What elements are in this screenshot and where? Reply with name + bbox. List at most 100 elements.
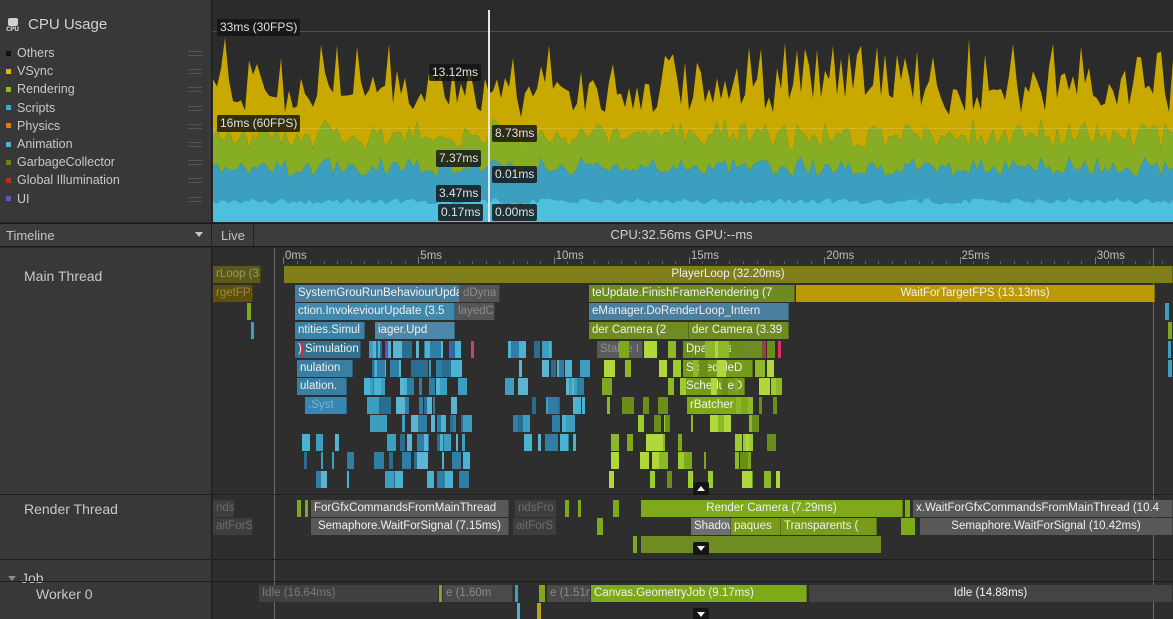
worker0-label[interactable]: Worker 0 <box>36 586 93 602</box>
timeline-sample-bar[interactable] <box>377 341 381 358</box>
timeline-sample[interactable]: nulation <box>297 360 353 377</box>
timeline-sample-bar[interactable] <box>658 359 667 377</box>
timeline-sample-bar[interactable] <box>576 378 584 395</box>
timeline-sample[interactable]: rBatcher <box>687 397 743 414</box>
timeline-sample[interactable]: der Camera (3.39 <box>689 322 789 339</box>
timeline-sample-bar[interactable] <box>517 603 520 619</box>
timeline-sample[interactable]: teUpdate.FinishFrameRendering (7 <box>589 285 795 302</box>
drag-handle-icon[interactable] <box>188 69 202 75</box>
timeline-sample-bar[interactable] <box>411 359 418 377</box>
timeline-sample[interactable]: Semaphore.WaitForSignal (7.15ms) <box>311 518 509 535</box>
timeline-sample[interactable]: iager.Upd <box>375 322 455 339</box>
timeline-sample-bar[interactable] <box>428 378 435 395</box>
timeline-sample-bar[interactable] <box>773 396 777 414</box>
timeline-sample-bar[interactable] <box>385 341 388 358</box>
timeline-sample-bar[interactable] <box>641 536 881 553</box>
timeline-sample-bar[interactable] <box>401 341 412 358</box>
timeline-sample[interactable]: ndsFrom <box>213 500 235 517</box>
live-toggle-button[interactable]: Live <box>213 224 254 246</box>
timeline-sample-bar[interactable] <box>763 341 766 358</box>
timeline-sample-bar[interactable] <box>441 359 451 377</box>
timeline-sample[interactable]: Transparents ( <box>781 518 877 535</box>
timeline-sample-bar[interactable] <box>565 500 569 517</box>
timeline-sample-bar[interactable] <box>531 396 537 414</box>
timeline-sample-bar[interactable] <box>423 396 428 414</box>
timeline-sample-bar[interactable] <box>626 433 633 451</box>
timeline-sample-bar[interactable] <box>752 415 759 432</box>
timeline-sample-bar[interactable] <box>440 433 443 451</box>
timeline-sample-bar[interactable] <box>416 452 428 469</box>
timeline-sample-bar[interactable] <box>1168 341 1171 358</box>
timeline-sample[interactable]: WaitForTargetFPS (13.13ms) <box>796 285 1155 302</box>
time-ruler[interactable]: 0ms 5ms 10ms 15ms 20ms 25ms 30ms <box>213 248 1173 265</box>
timeline-sample-bar[interactable] <box>775 470 781 488</box>
timeline-sample-bar[interactable] <box>533 341 541 358</box>
timeline-sample[interactable]: dDyna <box>460 285 500 302</box>
render-thread-label[interactable]: Render Thread <box>24 501 118 517</box>
timeline-sample-bar[interactable] <box>513 415 518 432</box>
timeline-sample[interactable]: .Syst <box>305 397 347 414</box>
timeline-sample-bar[interactable] <box>1168 360 1172 377</box>
timeline-sample-bar[interactable] <box>624 359 631 377</box>
timeline-sample[interactable]: rLoop (33.0 <box>213 266 261 283</box>
main-thread-label[interactable]: Main Thread <box>24 268 102 284</box>
timeline-sample-bar[interactable] <box>455 433 458 451</box>
timeline-sample-bar[interactable] <box>369 378 373 395</box>
timeline-sample-bar[interactable] <box>418 396 423 414</box>
timeline-sample-bar[interactable] <box>316 470 322 488</box>
timeline-sample-bar[interactable] <box>668 378 674 395</box>
timeline-sample-bar[interactable] <box>572 396 575 414</box>
timeline-sample-bar[interactable] <box>734 378 738 395</box>
timeline-sample-bar[interactable] <box>602 378 613 395</box>
timeline-sample-bar[interactable] <box>374 452 384 469</box>
timeline-sample-bar[interactable] <box>471 341 474 358</box>
timeline-sample[interactable]: SystemGrouRunBehaviourUpdate <box>295 285 460 302</box>
timeline-sample[interactable]: PlayerLoop (32.20ms) <box>284 266 1173 283</box>
timeline-sample-bar[interactable] <box>458 470 469 488</box>
timeline-sample[interactable]: x.WaitForGfxCommandsFromMainThread (10.4 <box>913 500 1173 517</box>
collapse-main-thread-button[interactable] <box>693 482 709 495</box>
timeline-sample-bar[interactable] <box>657 396 668 414</box>
timeline-sample[interactable]: rgetFPS <box>213 285 253 302</box>
drag-handle-icon[interactable] <box>188 141 202 147</box>
timeline-sample-bar[interactable] <box>645 433 656 451</box>
drag-handle-icon[interactable] <box>188 105 202 111</box>
timeline-sample-bar[interactable] <box>700 359 709 377</box>
timeline-sample-bar[interactable] <box>462 415 473 432</box>
timeline-sample-bar[interactable] <box>444 470 453 488</box>
timeline-sample[interactable]: Render Camera (7.29ms) <box>641 500 903 517</box>
timeline-sample-bar[interactable] <box>730 341 741 358</box>
timeline-sample-bar[interactable] <box>606 396 611 414</box>
timeline-sample-bar[interactable] <box>504 378 514 395</box>
timeline-sample[interactable]: Idle (14.88ms) <box>809 585 1173 602</box>
timeline-sample-bar[interactable] <box>724 415 731 432</box>
timeline-sample-bar[interactable] <box>452 452 461 469</box>
cpu-usage-module[interactable]: CPU CPU Usage Others VSync Rendering Script… <box>0 0 212 222</box>
timeline-sample-bar[interactable] <box>377 415 388 432</box>
drag-handle-icon[interactable] <box>188 196 202 202</box>
timeline-sample-bar[interactable] <box>766 433 777 451</box>
timeline-sample-bar[interactable] <box>643 341 654 358</box>
legend-item-scripts[interactable]: Scripts <box>6 99 206 117</box>
timeline-sample-bar[interactable] <box>901 518 915 535</box>
timeline-sample-bar[interactable] <box>380 396 392 414</box>
timeline-sample-bar[interactable] <box>633 536 637 553</box>
timeline-sample-bar[interactable] <box>430 341 442 358</box>
timeline-sample-bar[interactable] <box>603 359 615 377</box>
timeline-sample-bar[interactable] <box>443 433 452 451</box>
timeline-sample-bar[interactable] <box>537 433 541 451</box>
timeline-sample-bar[interactable] <box>433 396 436 414</box>
timeline-sample-bar[interactable] <box>566 415 576 432</box>
timeline-sample-bar[interactable] <box>767 341 776 358</box>
timeline-sample-bar[interactable] <box>461 433 466 451</box>
expand-worker-button[interactable] <box>693 608 709 619</box>
timeline-sample-bar[interactable] <box>439 585 442 602</box>
timeline-sample[interactable]: ulation. <box>297 378 347 395</box>
drag-handle-icon[interactable] <box>188 87 202 93</box>
legend-item-rendering[interactable]: Rendering <box>6 80 206 98</box>
timeline-sample-bar[interactable] <box>347 452 354 469</box>
timeline-sample-bar[interactable] <box>427 396 432 414</box>
timeline-sample-bar[interactable] <box>440 415 447 432</box>
timeline-sample-bar[interactable] <box>609 470 614 488</box>
timeline-sample-bar[interactable] <box>763 470 772 488</box>
